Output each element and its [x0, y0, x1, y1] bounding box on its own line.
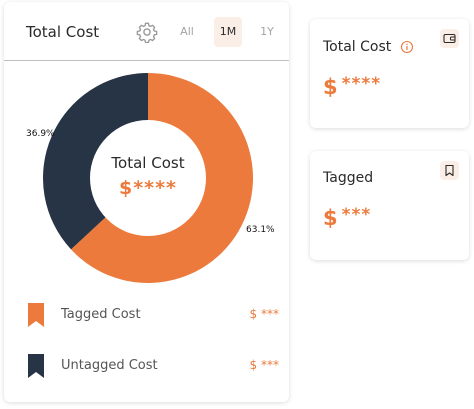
cost-donut-chart [42, 73, 254, 283]
bookmark-orange-icon [28, 303, 44, 327]
card-header: Total Cost All 1M 1Y [4, 2, 289, 61]
cost-card: Total Cost All 1M 1Y 36.9% 63.1% Total C… [4, 2, 289, 402]
total-cost-card: Total Cost $ **** [310, 19, 469, 128]
tagged-card: Tagged $ *** [310, 151, 469, 260]
wallet-icon [443, 33, 456, 44]
donut-center-label: Total Cost [111, 154, 185, 172]
wallet-icon-box [440, 29, 459, 48]
currency-symbol: $ [323, 206, 339, 230]
period-1y-tab[interactable]: 1Y [256, 17, 278, 47]
tagged-percent-label: 63.1% [246, 225, 275, 235]
card-title: Total Cost [26, 23, 100, 41]
legend-item-tagged: Tagged Cost $ *** [4, 301, 289, 331]
period-all-tab[interactable]: All [174, 17, 200, 47]
bookmark-icon [445, 164, 454, 177]
period-1m-tab[interactable]: 1M [214, 17, 242, 47]
masked-amount: **** [341, 74, 382, 94]
total-cost-value: $ **** [323, 74, 381, 99]
donut-center-value: $**** [119, 177, 177, 199]
masked-amount: *** [341, 205, 372, 225]
gear-icon[interactable] [136, 21, 158, 43]
legend-value: $ *** [249, 307, 279, 321]
tagged-title: Tagged [323, 170, 374, 186]
legend-label: Untagged Cost [61, 358, 158, 373]
total-cost-title: Total Cost [323, 39, 392, 55]
bookmark-dark-icon [28, 354, 44, 378]
bookmark-icon-box [440, 161, 459, 180]
tagged-value: $ *** [323, 205, 371, 230]
legend-value: $ *** [249, 358, 279, 372]
untagged-percent-label: 36.9% [26, 129, 55, 139]
currency-symbol: $ [323, 75, 339, 99]
legend-label: Tagged Cost [61, 307, 141, 322]
legend-item-untagged: Untagged Cost $ *** [4, 352, 289, 382]
info-icon[interactable] [400, 40, 414, 54]
